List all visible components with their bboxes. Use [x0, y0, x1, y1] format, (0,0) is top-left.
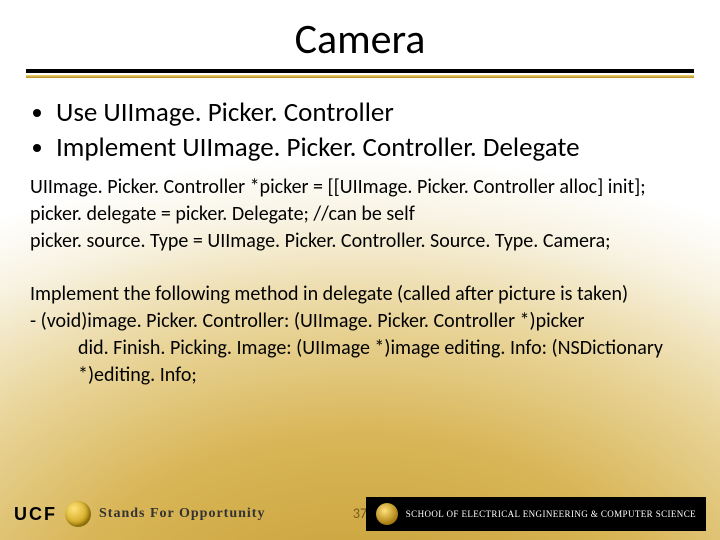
slide-title: Camera — [26, 14, 694, 65]
slide: Camera Use UIImage. Picker. Controller I… — [0, 0, 720, 540]
ucf-tagline: Stands For Opportunity — [99, 506, 265, 522]
ucf-logo: UCF Stands For Opportunity — [14, 501, 265, 527]
footer: UCF Stands For Opportunity SCHOOL OF ELE… — [0, 494, 720, 540]
para-line: did. Finish. Picking. Image: (UIImage *)… — [30, 335, 690, 389]
ucf-wordmark: UCF — [14, 504, 57, 525]
bullet-item: Implement UIImage. Picker. Controller. D… — [56, 131, 694, 164]
dept-badge: SCHOOL OF ELECTRICAL ENGINEERING & COMPU… — [366, 497, 706, 531]
dept-seal-icon — [376, 503, 398, 525]
pegasus-icon — [65, 501, 91, 527]
bullet-item: Use UIImage. Picker. Controller — [56, 96, 694, 129]
para-line: Implement the following method in delega… — [30, 281, 690, 308]
code-line: picker. source. Type = UIImage. Picker. … — [30, 228, 690, 255]
code-block: UIImage. Picker. Controller *picker = [[… — [30, 174, 690, 255]
delegate-paragraph: Implement the following method in delega… — [30, 281, 690, 389]
title-rule-black — [26, 69, 694, 73]
title-rule-gold — [26, 75, 694, 78]
dept-name: SCHOOL OF ELECTRICAL ENGINEERING & COMPU… — [406, 509, 696, 519]
para-line: - (void)image. Picker. Controller: (UIIm… — [30, 308, 690, 335]
bullet-list: Use UIImage. Picker. Controller Implemen… — [34, 96, 694, 164]
code-line: picker. delegate = picker. Delegate; //c… — [30, 201, 690, 228]
code-line: UIImage. Picker. Controller *picker = [[… — [30, 174, 690, 201]
